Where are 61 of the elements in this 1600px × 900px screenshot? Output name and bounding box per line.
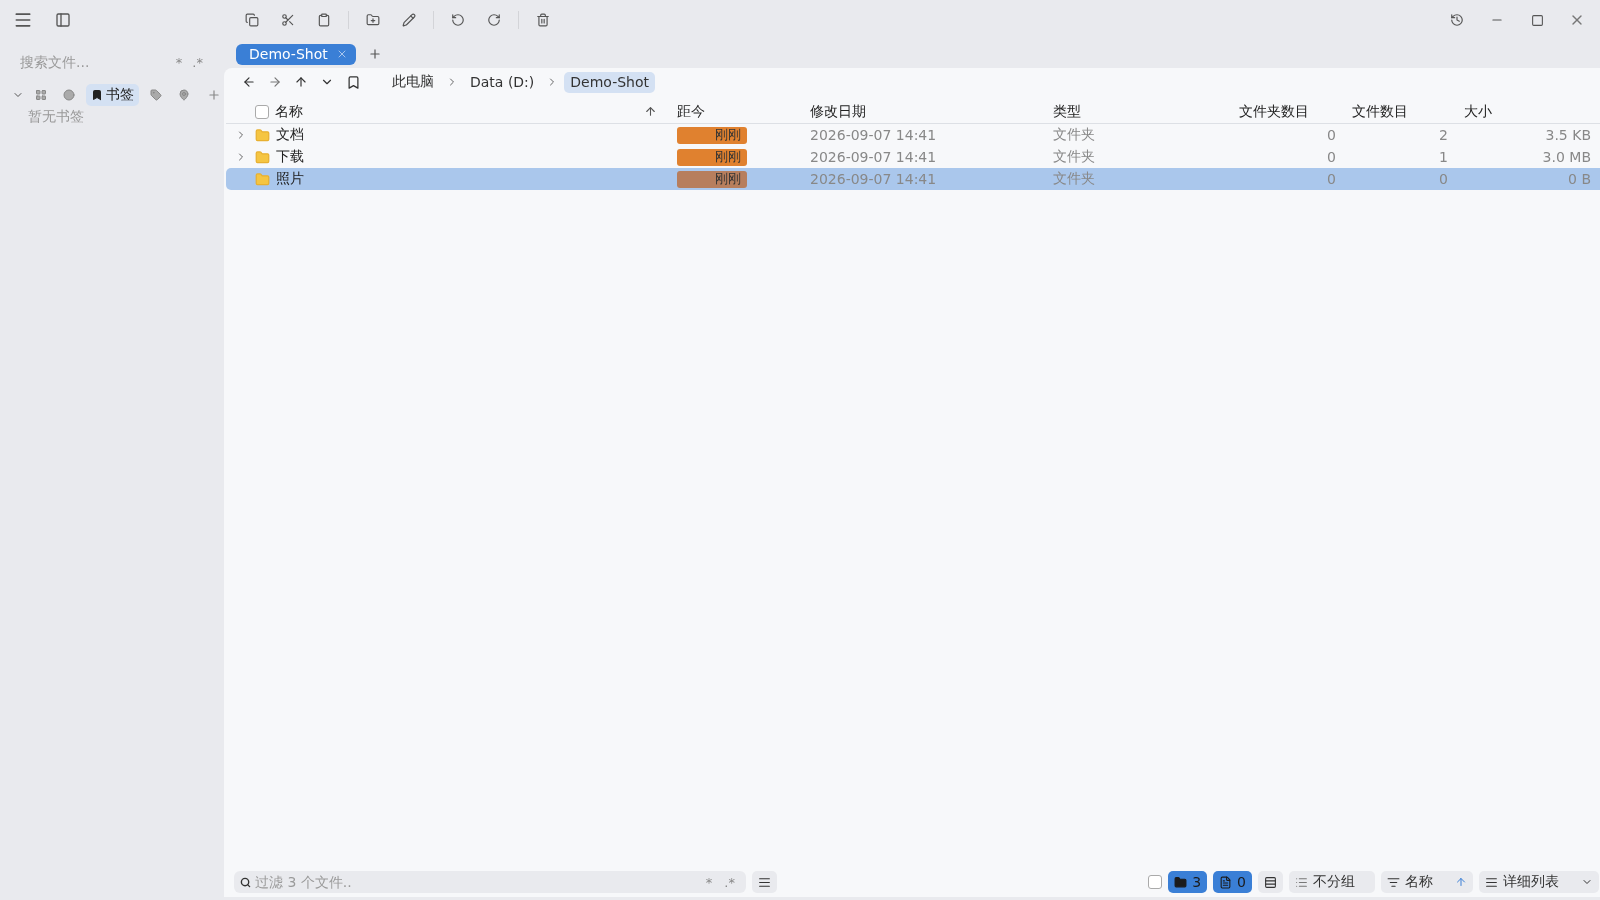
age-badge: 刚刚	[677, 170, 747, 188]
group-button[interactable]: 不分组	[1289, 871, 1375, 893]
list-icon	[1485, 875, 1498, 889]
folder-icon	[255, 171, 270, 187]
column-header[interactable]: 大小	[1464, 102, 1492, 121]
select-all-checkbox[interactable]	[255, 104, 269, 119]
age-badge: 刚刚	[677, 126, 747, 144]
folder-icon	[255, 127, 270, 143]
column-header[interactable]: 名称	[275, 102, 303, 121]
file-name: 下载	[276, 148, 304, 166]
table-cell: 0	[1439, 171, 1448, 187]
sort-arrow-icon	[1455, 876, 1467, 888]
file-row[interactable]: 照片 刚刚 2026-09-07 14:41 文件夹 0 0 0 B	[226, 168, 1600, 190]
table-cell: 2026-09-07 14:41	[810, 127, 937, 143]
table-cell: 文件夹	[1053, 148, 1095, 166]
folder-icon	[255, 149, 270, 165]
table-cell: 2026-09-07 14:41	[810, 171, 937, 187]
file-icon	[1219, 875, 1233, 889]
select-checkbox[interactable]	[1148, 875, 1163, 889]
column-header[interactable]: 距今	[677, 102, 705, 121]
list-icon	[1295, 875, 1308, 889]
breadcrumb[interactable]: Demo-Shot	[564, 71, 656, 93]
breadcrumb[interactable]: Data (D:)	[464, 71, 541, 93]
table-cell: 文件夹	[1053, 126, 1095, 144]
bookmark-icon	[91, 89, 103, 101]
column-header[interactable]: 文件夹数目	[1239, 102, 1309, 121]
file-name: 照片	[276, 170, 304, 188]
table-cell: 0	[1327, 127, 1336, 143]
folder-count-button[interactable]: 3	[1168, 871, 1208, 893]
table-cell: 3.5 KB	[1545, 127, 1591, 143]
sort-button[interactable]: 名称	[1381, 871, 1473, 893]
rows-icon	[1264, 875, 1277, 889]
view-button[interactable]: 详细列表	[1479, 871, 1599, 893]
table-cell: 3.0 MB	[1542, 149, 1591, 165]
layout-button[interactable]	[1258, 871, 1283, 893]
search-field[interactable]: 搜索文件...	[18, 53, 171, 71]
empty-message: 暂无书签	[27, 108, 85, 126]
table-cell: 1	[1439, 149, 1448, 165]
table-cell: 2026-09-07 14:41	[810, 149, 937, 165]
file-count-button[interactable]: 0	[1213, 871, 1252, 893]
sort-arrow-icon	[644, 105, 657, 118]
table-cell: 0	[1327, 149, 1336, 165]
table-cell: 文件夹	[1053, 170, 1095, 188]
column-header[interactable]: 修改日期	[810, 102, 866, 121]
menu-icon	[758, 875, 771, 889]
folder-icon	[1174, 875, 1188, 889]
tab[interactable]: Demo-Shot	[236, 43, 356, 65]
table-cell: 0 B	[1568, 171, 1591, 187]
table-cell: 2	[1439, 127, 1448, 143]
table-cell: 0	[1327, 171, 1336, 187]
menu-button[interactable]	[752, 871, 777, 893]
age-badge: 刚刚	[677, 148, 747, 166]
sort-icon	[1387, 875, 1400, 889]
column-header[interactable]: 类型	[1053, 102, 1081, 121]
panel-tab[interactable]: 书签	[86, 84, 139, 106]
search-icon	[240, 876, 251, 888]
file-name: 文档	[276, 126, 304, 144]
file-row[interactable]: 文档 刚刚 2026-09-07 14:41 文件夹 0 2 3.5 KB	[226, 124, 1600, 146]
breadcrumb[interactable]: 此电脑	[386, 71, 440, 93]
file-row[interactable]: 下载 刚刚 2026-09-07 14:41 文件夹 0 1 3.0 MB	[226, 146, 1600, 168]
column-header[interactable]: 文件数目	[1352, 102, 1408, 121]
